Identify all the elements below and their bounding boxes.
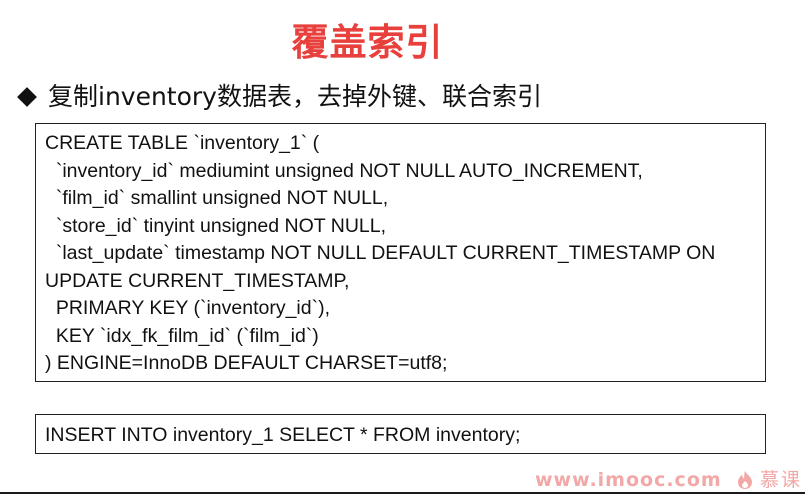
- code-line: `inventory_id` mediumint unsigned NOT NU…: [45, 159, 643, 182]
- code-line: `last_update` timestamp NOT NULL DEFAULT…: [45, 242, 716, 264]
- code-line: ) ENGINE=InnoDB DEFAULT CHARSET=utf8;: [45, 352, 448, 374]
- code-line: `store_id` tinyint unsigned NOT NULL,: [45, 214, 387, 237]
- watermark-url: www.imooc.com: [535, 469, 722, 491]
- flame-icon: [738, 471, 752, 489]
- bullet-text: 复制inventory数据表，去掉外键、联合索引: [48, 82, 542, 111]
- diamond-bullet-icon: [17, 87, 37, 107]
- create-table-code-block: CREATE TABLE `inventory_1` ( `inventory_…: [35, 123, 766, 382]
- code-line: UPDATE CURRENT_TIMESTAMP,: [45, 269, 350, 292]
- code-line: PRIMARY KEY (`inventory_id`),: [45, 297, 331, 319]
- insert-statement-block: INSERT INTO inventory_1 SELECT * FROM in…: [35, 414, 766, 454]
- code-line: KEY `idx_fk_film_id` (`film_id`): [45, 324, 319, 347]
- bullet-row: 复制inventory数据表，去掉外键、联合索引: [16, 80, 542, 114]
- watermark-logo: 慕课: [736, 467, 802, 493]
- slide-title: 覆盖索引: [291, 21, 444, 64]
- code-line: `film_id` smallint unsigned NOT NULL,: [45, 187, 389, 209]
- logo-text: 慕课: [760, 469, 803, 491]
- bottom-divider: [0, 492, 805, 494]
- code-line: CREATE TABLE `inventory_1` (: [45, 132, 320, 154]
